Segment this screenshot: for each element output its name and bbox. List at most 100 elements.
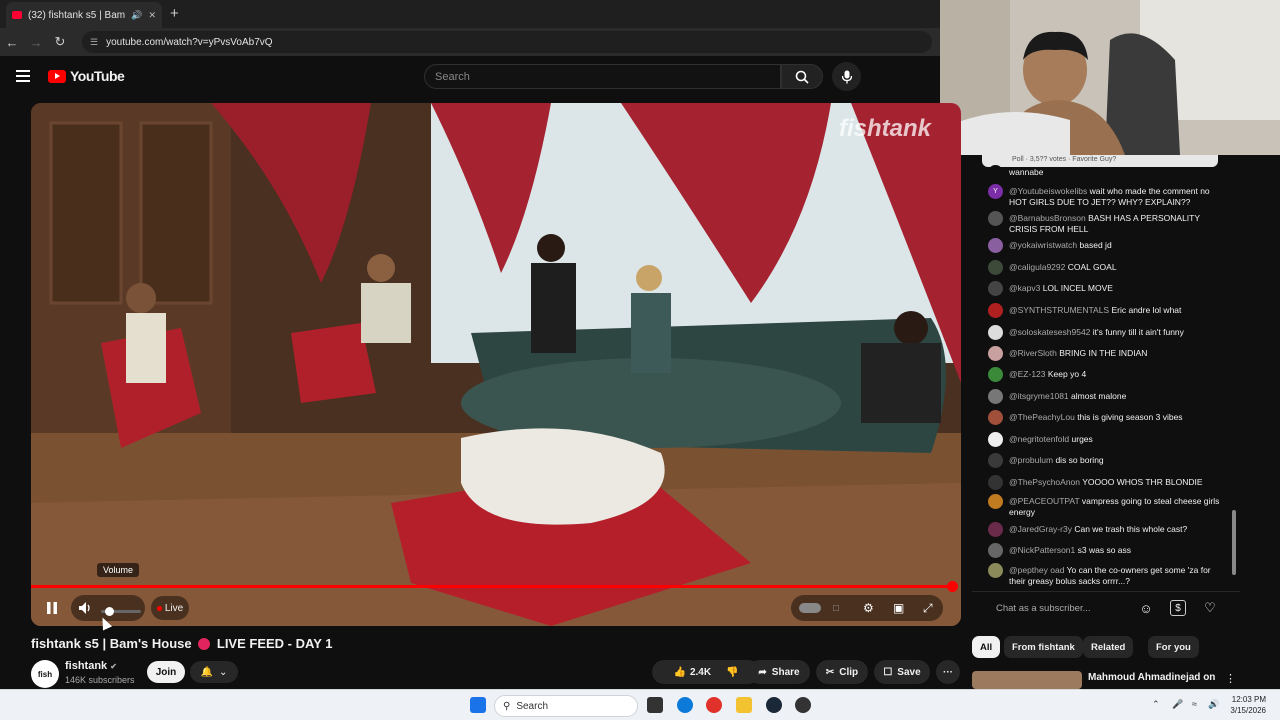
chat-poll-banner[interactable]: Poll · 3,5?? votes · Favorite Guy? xyxy=(982,155,1218,167)
progress-scrubber[interactable] xyxy=(947,581,958,592)
save-button[interactable]: ☐ Save xyxy=(874,660,930,684)
chat-avatar[interactable] xyxy=(988,325,1003,340)
autoplay-toggle-icon[interactable] xyxy=(799,603,821,613)
chip-related[interactable]: Related xyxy=(1083,636,1134,658)
chat-input[interactable]: Chat as a subscriber... xyxy=(996,603,1091,614)
like-button[interactable]: 👍 2.4K xyxy=(673,667,711,678)
chat-username[interactable]: @RiverSloth xyxy=(1009,348,1057,358)
chat-username[interactable]: @NickPatterson1 xyxy=(1009,545,1075,555)
notification-button[interactable]: 🔔 ⌄ xyxy=(190,661,238,683)
volume-icon[interactable]: 🔊 xyxy=(131,10,142,21)
super-chat-icon[interactable]: $ xyxy=(1170,600,1186,616)
chat-username[interactable]: @yokaiwristwatch xyxy=(1009,240,1077,250)
chat-username[interactable]: @caligula9292 xyxy=(1009,262,1065,272)
chat-username[interactable]: @itsgryme1081 xyxy=(1009,391,1069,401)
chat-avatar[interactable] xyxy=(988,453,1003,468)
chat-avatar[interactable] xyxy=(988,475,1003,490)
site-info-icon[interactable]: ☰ xyxy=(90,37,98,48)
windows-start-icon[interactable] xyxy=(470,697,486,713)
chat-avatar[interactable] xyxy=(988,260,1003,275)
more-actions-button[interactable]: ··· xyxy=(936,660,960,684)
chat-message[interactable]: @pepthey oad Yo can the co-owners get so… xyxy=(988,563,1224,587)
search-button[interactable] xyxy=(781,64,823,89)
wifi-icon[interactable]: ≈ xyxy=(1192,699,1197,709)
chat-message[interactable]: @RiverSloth BRING IN THE INDIAN xyxy=(988,346,1224,361)
chat-username[interactable]: @EZ-123 xyxy=(1009,369,1046,379)
fullscreen-icon[interactable]: ⤢ xyxy=(923,601,933,616)
chat-message[interactable]: Y @Youtubeiswokelibs wait who made the co… xyxy=(988,184,1224,208)
chat-message[interactable]: @EZ-123 Keep yo 4 xyxy=(988,367,1224,382)
steam-icon[interactable] xyxy=(766,697,782,713)
settings-icon[interactable]: ⚙ xyxy=(863,601,874,615)
task-view-icon[interactable] xyxy=(647,697,663,713)
chrome-icon[interactable] xyxy=(706,697,722,713)
chat-username[interactable]: @SYNTHSTRUMENTALS xyxy=(1009,305,1109,315)
chip-all[interactable]: All xyxy=(972,636,1001,658)
chat-username[interactable]: @kapv3 xyxy=(1009,283,1040,293)
new-tab-button[interactable]: + xyxy=(170,5,179,22)
chat-avatar[interactable] xyxy=(988,165,1003,180)
chat-avatar[interactable] xyxy=(988,543,1003,558)
chat-username[interactable]: @soloskatesesh9542 xyxy=(1009,327,1090,337)
youtube-logo[interactable]: YouTube xyxy=(48,68,125,84)
clip-button[interactable]: ✂ Clip xyxy=(816,660,868,684)
chat-avatar[interactable]: Y xyxy=(988,184,1003,199)
tray-overflow-icon[interactable]: ⌃ xyxy=(1152,699,1160,710)
chat-avatar[interactable] xyxy=(988,238,1003,253)
volume-slider[interactable] xyxy=(101,607,141,616)
chat-username[interactable]: @negritotenfold xyxy=(1009,434,1069,444)
progress-bar[interactable] xyxy=(31,581,958,592)
chat-message[interactable]: @SYNTHSTRUMENTALS Eric andre lol what xyxy=(988,303,1224,318)
chat-username[interactable]: @JaredGray-r3y xyxy=(1009,524,1072,534)
chat-avatar[interactable] xyxy=(988,522,1003,537)
system-clock[interactable]: 12:03 PM 3/15/2026 xyxy=(1230,694,1266,716)
chat-avatar[interactable] xyxy=(988,563,1003,578)
chat-message[interactable]: wannabe xyxy=(988,165,1224,180)
chat-username[interactable]: @ThePsychoAnon xyxy=(1009,477,1080,487)
chip-for-you[interactable]: For you xyxy=(1148,636,1199,658)
chat-message[interactable]: @yokaiwristwatch based jd xyxy=(988,238,1224,253)
browser-tab[interactable]: (32) fishtank s5 | Bam's House 🔊 ✕ xyxy=(6,2,162,28)
emoji-icon[interactable]: ☺ xyxy=(1138,600,1154,616)
chat-message[interactable]: @ThePeachyLou this is giving season 3 vi… xyxy=(988,410,1224,425)
chip-from-fishtank[interactable]: From fishtank xyxy=(1004,636,1083,658)
reload-icon[interactable]: ↻ xyxy=(48,34,72,50)
channel-name[interactable]: fishtank ✔ xyxy=(65,660,117,672)
join-button[interactable]: Join xyxy=(147,661,185,683)
chat-username[interactable]: @PEACEOUTPAT xyxy=(1009,496,1080,506)
chat-scrollbar[interactable] xyxy=(1232,510,1236,575)
recommended-title[interactable]: Mahmoud Ahmadinejad on xyxy=(1088,672,1215,683)
chat-avatar[interactable] xyxy=(988,211,1003,226)
chat-message[interactable]: @itsgryme1081 almost malone xyxy=(988,389,1224,404)
edge-icon[interactable] xyxy=(677,697,693,713)
chat-avatar[interactable] xyxy=(988,494,1003,509)
search-input[interactable]: Search xyxy=(424,64,781,89)
chat-message[interactable]: @kapv3 LOL INCEL MOVE xyxy=(988,281,1224,296)
chat-avatar[interactable] xyxy=(988,281,1003,296)
chat-message[interactable]: @caligula9292 COAL GOAL xyxy=(988,260,1224,275)
chat-username[interactable]: @ThePeachyLou xyxy=(1009,412,1075,422)
chat-message[interactable]: @BarnabusBronson BASH HAS A PERSONALITY … xyxy=(988,211,1224,235)
subtitles-icon[interactable]: □ xyxy=(833,603,839,614)
kebab-menu-icon[interactable]: ⋮ xyxy=(1225,672,1236,685)
taskbar-search[interactable]: ⚲ Search xyxy=(494,695,638,717)
channel-avatar[interactable]: fish xyxy=(31,660,59,688)
chat-avatar[interactable] xyxy=(988,346,1003,361)
chat-message[interactable]: @negritotenfold urges xyxy=(988,432,1224,447)
url-field[interactable]: ☰ youtube.com/watch?v=yPvsVoAb7vQ xyxy=(82,31,932,53)
pause-button[interactable] xyxy=(41,595,63,621)
file-explorer-icon[interactable] xyxy=(736,697,752,713)
close-icon[interactable]: ✕ xyxy=(148,10,156,21)
chat-avatar[interactable] xyxy=(988,432,1003,447)
chat-message[interactable]: @PEACEOUTPAT vampress going to steal che… xyxy=(988,494,1224,518)
forward-icon[interactable]: → xyxy=(24,35,48,50)
speaker-icon[interactable]: 🔊 xyxy=(1208,699,1219,710)
share-button[interactable]: ➦ Share xyxy=(748,660,810,684)
chat-username[interactable]: @probulum xyxy=(1009,455,1053,465)
recommended-thumbnail[interactable] xyxy=(972,671,1082,689)
obs-icon[interactable] xyxy=(795,697,811,713)
video-player[interactable]: fishtank Volume Live □ ⚙ ▣ ⤢ xyxy=(31,103,961,626)
chat-avatar[interactable] xyxy=(988,303,1003,318)
chat-avatar[interactable] xyxy=(988,389,1003,404)
theater-mode-icon[interactable]: ▣ xyxy=(893,601,904,615)
